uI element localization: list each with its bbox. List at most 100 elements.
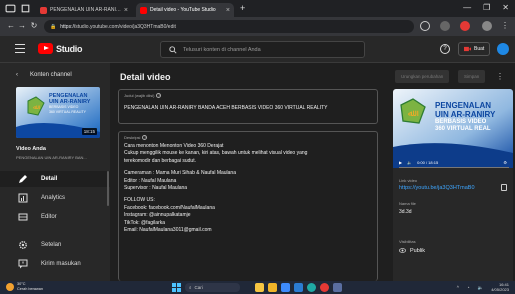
youtube-play-icon bbox=[38, 43, 53, 54]
arrow-left-icon: ‹ bbox=[16, 72, 18, 78]
sidebar-item-detail[interactable]: Detail bbox=[0, 171, 110, 187]
your-video-label: Video Anda bbox=[16, 146, 46, 152]
new-tab-button[interactable]: + bbox=[240, 3, 245, 13]
description-line: Facebook: facebook.com/NaufalMaulana bbox=[124, 204, 215, 211]
video-link-label: Link video bbox=[399, 178, 418, 183]
copy-icon[interactable] bbox=[501, 184, 507, 191]
progress-bar[interactable] bbox=[399, 167, 509, 168]
zoom-icon[interactable] bbox=[420, 21, 430, 31]
sidebar-item-settings[interactable]: Setelan bbox=[0, 237, 110, 253]
volume-icon[interactable]: 🔈 bbox=[407, 160, 412, 165]
settings-icon[interactable] bbox=[333, 283, 342, 292]
edge-icon[interactable] bbox=[307, 283, 316, 292]
search-input[interactable]: Telusuri konten di channel Anda bbox=[160, 41, 365, 58]
system-tray: ^ ◔ 🔈 16:41 4/05/2023 bbox=[457, 282, 509, 292]
search-icon bbox=[169, 45, 177, 54]
browser-tab-bar: PENGENALAN UIN AR-RANIRY × Detail video … bbox=[0, 0, 515, 17]
studio-logo[interactable]: Studio bbox=[38, 43, 83, 54]
description-line: Supervisor : Naufal Maulana bbox=[124, 185, 188, 192]
video-link[interactable]: https://youtu.be/ja3Q3HTmaB0 bbox=[399, 185, 475, 191]
tab-actions-icon[interactable] bbox=[20, 3, 31, 14]
channel-avatar[interactable] bbox=[497, 43, 509, 55]
back-icon[interactable]: ← bbox=[6, 21, 16, 30]
browser-avatar-icon[interactable] bbox=[482, 21, 492, 31]
studio-favicon-icon bbox=[140, 6, 147, 14]
play-icon[interactable]: ▶ bbox=[399, 160, 402, 165]
help-icon[interactable]: ? bbox=[440, 44, 450, 54]
sidebar-scrollbar[interactable] bbox=[107, 171, 109, 206]
video-player[interactable]: ﷲ PENGENALAN UIN AR-RANIRY BERBASIS VIDE… bbox=[393, 89, 513, 168]
create-button[interactable]: Buat bbox=[458, 42, 491, 56]
search-placeholder: Telusuri konten di channel Anda bbox=[183, 46, 261, 53]
file-name-label: Nama file bbox=[399, 201, 416, 206]
reload-icon[interactable]: ↻ bbox=[29, 21, 39, 30]
wifi-icon[interactable]: ◔ bbox=[467, 285, 470, 290]
forward-icon[interactable]: → bbox=[17, 21, 27, 30]
tab-detail-video[interactable]: Detail video - YouTube Studio × bbox=[136, 3, 234, 17]
description-field-label: Deskripsi ? bbox=[124, 135, 148, 140]
files-icon[interactable] bbox=[255, 283, 264, 292]
visibility-select[interactable]: Publik bbox=[399, 247, 425, 254]
speaker-icon[interactable]: 🔈 bbox=[478, 285, 484, 291]
chevron-up-icon[interactable]: ^ bbox=[457, 285, 459, 290]
analytics-icon bbox=[18, 193, 28, 203]
sidebar-item-editor[interactable]: Editor bbox=[0, 209, 110, 225]
maximize-button[interactable]: ❐ bbox=[483, 3, 490, 12]
browser-menu-icon[interactable] bbox=[5, 3, 16, 14]
description-line: Cameraman : Mama Muri Sihab & Naufal Mau… bbox=[124, 170, 236, 177]
tab-title: Detail video - YouTube Studio bbox=[150, 7, 216, 13]
clock[interactable]: 16:41 4/05/2023 bbox=[491, 282, 509, 292]
more-options-icon[interactable]: ⋮ bbox=[496, 72, 504, 81]
taskbar-search[interactable]: ⌕ Cari bbox=[185, 283, 240, 292]
minimize-button[interactable]: — bbox=[463, 3, 471, 12]
browser-more-icon[interactable]: ⋮ bbox=[500, 21, 510, 30]
sidebar-item-label: Analytics bbox=[41, 195, 66, 201]
weather-widget[interactable]: 30°C Cerah berawan bbox=[6, 282, 43, 291]
close-window-button[interactable]: ✕ bbox=[502, 3, 509, 12]
description-line: Editor : Naufal Maulana bbox=[124, 177, 177, 184]
chrome-icon[interactable] bbox=[320, 283, 329, 292]
window-controls: — ❐ ✕ bbox=[463, 3, 509, 12]
profile-extension-icon[interactable] bbox=[460, 21, 470, 31]
word-icon[interactable] bbox=[294, 283, 303, 292]
sidebar-item-analytics[interactable]: Analytics bbox=[0, 190, 110, 206]
youtube-favicon-icon bbox=[40, 6, 47, 14]
search-icon: ⌕ bbox=[189, 285, 192, 290]
sidebar-item-label: Kirim masukan bbox=[41, 261, 81, 267]
close-tab-icon[interactable]: × bbox=[124, 7, 128, 14]
back-label: Konten channel bbox=[30, 72, 72, 78]
video-thumbnail[interactable]: ﷲ PENGENALAN UIN AR-RANIRY BERBASIS VIDE… bbox=[16, 87, 100, 138]
back-to-content-link[interactable]: ‹ Konten channel bbox=[0, 68, 110, 82]
player-controls: ▶ 🔈 0:00 / 18:15 ⚙ bbox=[393, 157, 513, 167]
thumb-line: 360 VIRTUAL REALITY bbox=[49, 109, 86, 114]
sidebar: ‹ Konten channel ﷲ PENGENALAN UIN AR-RAN… bbox=[0, 63, 110, 281]
file-name-value: 3d.3d bbox=[399, 209, 412, 215]
help-circle-icon[interactable]: ? bbox=[156, 93, 162, 98]
description-line: TikTok: @fagilarka bbox=[124, 219, 166, 226]
help-circle-icon[interactable]: ? bbox=[142, 135, 148, 140]
hamburger-menu-icon[interactable] bbox=[15, 44, 25, 56]
tab-pengenalan[interactable]: PENGENALAN UIN AR-RANIRY × bbox=[36, 3, 132, 17]
settings-icon[interactable]: ⚙ bbox=[503, 160, 507, 165]
description-line: Email: NaufalMaulana3011@gmail.com bbox=[124, 227, 212, 234]
sidebar-item-feedback[interactable]: Kirim masukan bbox=[0, 256, 110, 272]
explorer-icon[interactable] bbox=[268, 283, 277, 292]
save-button[interactable]: Simpan bbox=[458, 70, 486, 83]
extension-icon[interactable] bbox=[440, 21, 450, 31]
description-text[interactable]: Cara menonton Menonton Video 360 Derajat… bbox=[124, 143, 374, 234]
tab-title: PENGENALAN UIN AR-RANIRY bbox=[50, 7, 121, 13]
undo-changes-button[interactable]: Urungkan perubahan bbox=[395, 70, 450, 83]
description-line: Cara menonton Menonton Video 360 Derajat bbox=[124, 143, 224, 149]
description-field[interactable]: Deskripsi ? Cara menonton Menonton Video… bbox=[118, 131, 378, 281]
feedback-icon bbox=[18, 259, 28, 269]
close-tab-icon[interactable]: × bbox=[226, 7, 230, 14]
title-field[interactable]: Judul (wajib diisi) ? PENGENALAN UIN AR-… bbox=[118, 89, 378, 124]
sun-icon bbox=[6, 282, 14, 291]
windows-start-icon[interactable] bbox=[172, 283, 181, 292]
store-icon[interactable] bbox=[281, 283, 290, 292]
preview-title-line: PENGENALAN bbox=[435, 101, 492, 110]
url-field[interactable]: 🔒 https://studio.youtube.com/video/ja3Q3… bbox=[44, 20, 414, 33]
eye-icon bbox=[399, 248, 406, 253]
preview-title-line: 360 VIRTUAL REAL bbox=[435, 126, 491, 132]
title-value[interactable]: PENGENALAN UIN AR-RANIRY BANDA ACEH BERB… bbox=[124, 105, 374, 111]
